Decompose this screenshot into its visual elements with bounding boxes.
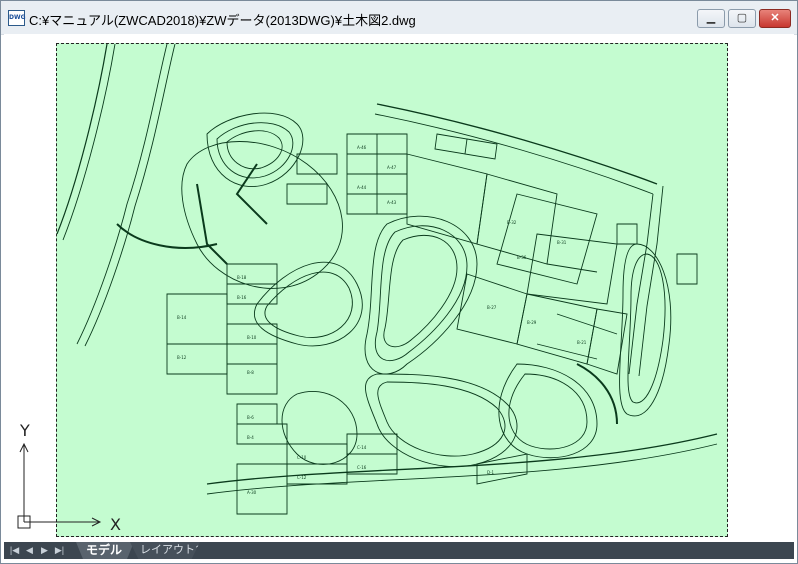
first-icon: |◀ bbox=[9, 545, 20, 555]
ucs-y-label: Y bbox=[19, 421, 30, 440]
svg-text:B-21: B-21 bbox=[577, 340, 587, 345]
ucs-x-label: X bbox=[110, 515, 121, 534]
svg-text:B-12: B-12 bbox=[177, 355, 187, 360]
app-window: DWG C:¥マニュアル(ZWCAD2018)¥ZWデータ(2013DWG)¥土… bbox=[0, 0, 798, 564]
layout-tab-bar: |◀ ◀ ▶ ▶| モデル レイアウト1 bbox=[4, 542, 794, 559]
next-icon: ▶ bbox=[41, 545, 48, 555]
svg-text:A-47: A-47 bbox=[387, 165, 397, 170]
svg-text:A-43: A-43 bbox=[387, 200, 397, 205]
paper-sheet: A-46 A-47 A-44 A-43 B-32 B-31 B-36 B-27 B-29… bbox=[56, 43, 728, 537]
last-tab-button[interactable]: ▶| bbox=[53, 543, 66, 558]
drawing-canvas[interactable]: A-46 A-47 A-44 A-43 B-32 B-31 B-36 B-27 B-29… bbox=[4, 34, 794, 542]
minimize-button[interactable]: ▁ bbox=[697, 9, 725, 28]
svg-text:B-36: B-36 bbox=[517, 255, 527, 260]
svg-text:B-29: B-29 bbox=[527, 320, 537, 325]
svg-text:D-1: D-1 bbox=[487, 470, 495, 475]
site-plan-drawing: A-46 A-47 A-44 A-43 B-32 B-31 B-36 B-27 B-29… bbox=[57, 44, 718, 515]
next-tab-button[interactable]: ▶ bbox=[38, 543, 51, 558]
first-tab-button[interactable]: |◀ bbox=[8, 543, 21, 558]
svg-text:C-12: C-12 bbox=[297, 475, 307, 480]
svg-text:B-27: B-27 bbox=[487, 305, 497, 310]
maximize-icon: ▢ bbox=[736, 12, 748, 24]
svg-text:B-16: B-16 bbox=[237, 295, 247, 300]
svg-text:A-44: A-44 bbox=[357, 185, 367, 190]
svg-text:C-14: C-14 bbox=[357, 445, 367, 450]
svg-text:B-6: B-6 bbox=[247, 415, 254, 420]
svg-text:B-18: B-18 bbox=[237, 275, 247, 280]
close-icon: ✕ bbox=[770, 12, 780, 24]
svg-text:C-16: C-16 bbox=[357, 465, 367, 470]
maximize-button[interactable]: ▢ bbox=[728, 9, 756, 28]
window-title: C:¥マニュアル(ZWCAD2018)¥ZWデータ(2013DWG)¥土木図2.… bbox=[29, 13, 416, 28]
close-button[interactable]: ✕ bbox=[759, 9, 791, 28]
tab-layout1[interactable]: レイアウト1 bbox=[130, 542, 200, 559]
svg-text:C-10: C-10 bbox=[297, 455, 307, 460]
svg-text:B-10: B-10 bbox=[247, 335, 257, 340]
minimize-icon: ▁ bbox=[706, 12, 716, 24]
dwg-file-icon: DWG bbox=[8, 10, 26, 26]
svg-text:B-4: B-4 bbox=[247, 435, 254, 440]
prev-icon: ◀ bbox=[26, 545, 33, 555]
svg-text:B-32: B-32 bbox=[507, 220, 517, 225]
svg-text:A-30: A-30 bbox=[247, 490, 257, 495]
svg-text:B-8: B-8 bbox=[247, 370, 254, 375]
svg-text:B-31: B-31 bbox=[557, 240, 567, 245]
ucs-icon: Y X bbox=[17, 421, 121, 534]
svg-text:A-46: A-46 bbox=[357, 145, 367, 150]
last-icon: ▶| bbox=[54, 545, 65, 555]
title-bar[interactable]: DWG C:¥マニュアル(ZWCAD2018)¥ZWデータ(2013DWG)¥土… bbox=[1, 1, 797, 35]
tab-model[interactable]: モデル bbox=[76, 542, 134, 559]
prev-tab-button[interactable]: ◀ bbox=[23, 543, 36, 558]
svg-text:B-14: B-14 bbox=[177, 315, 187, 320]
